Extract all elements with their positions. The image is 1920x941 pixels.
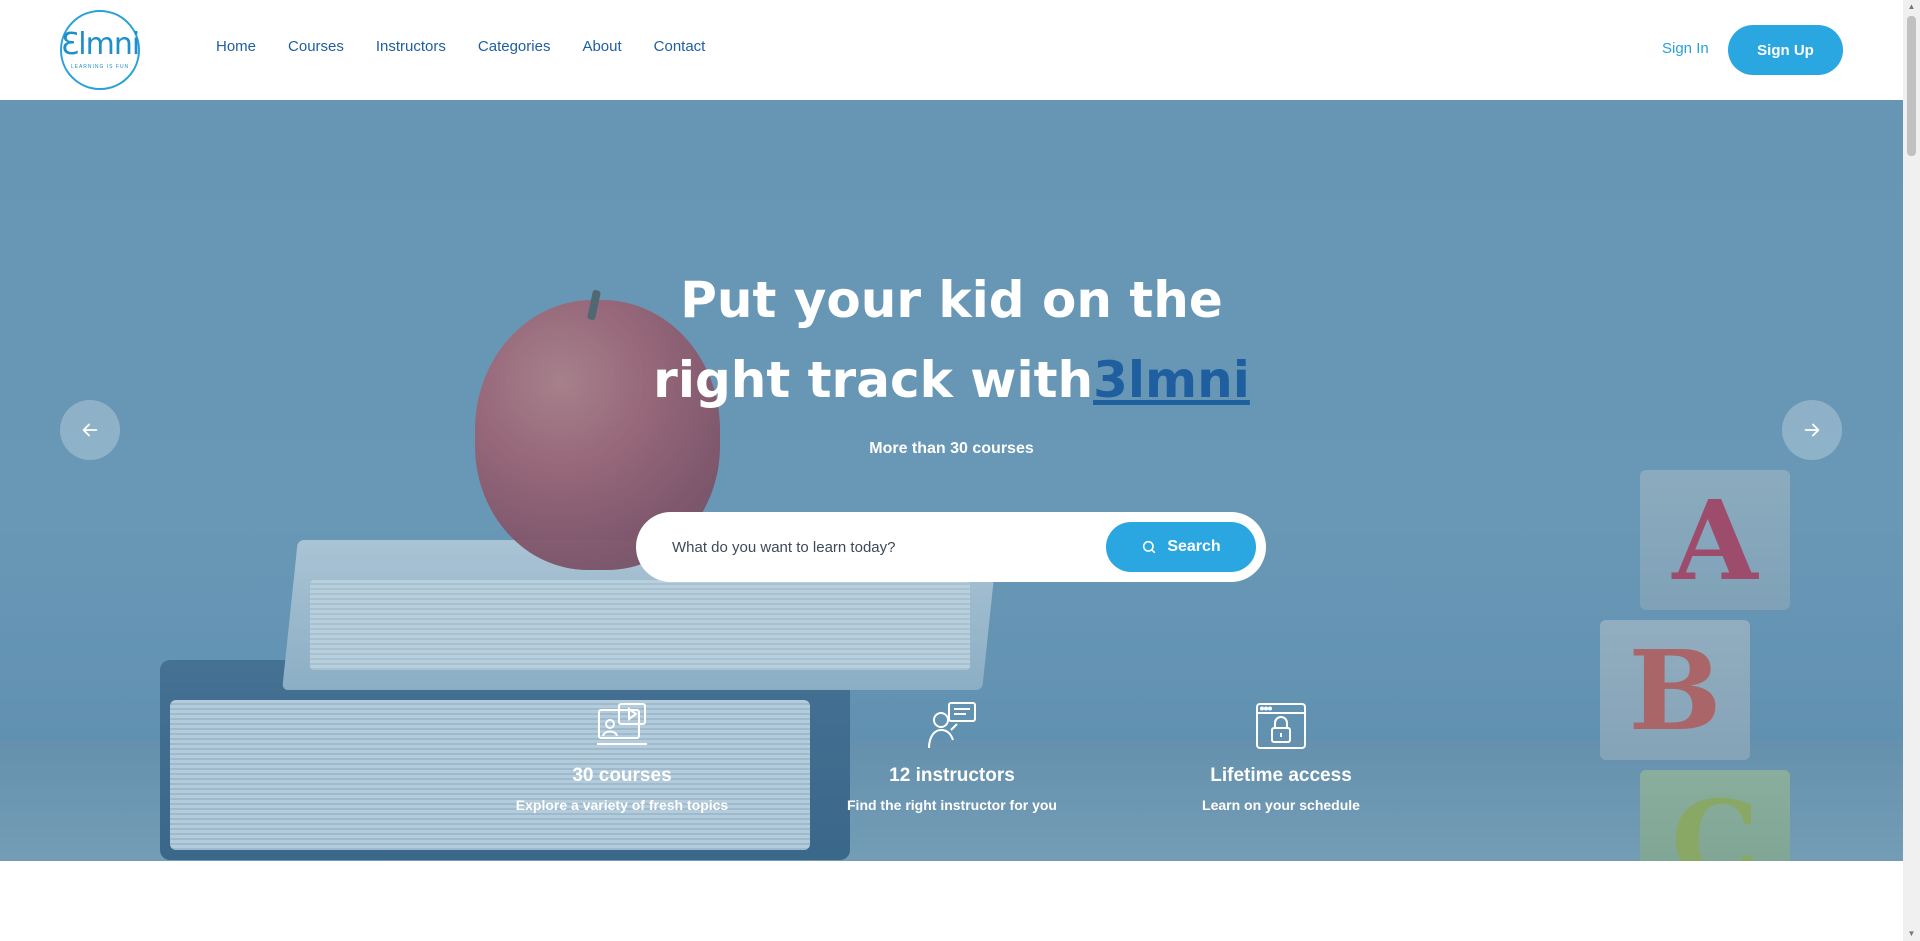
feature-courses-title: 30 courses	[572, 765, 672, 786]
nav-home[interactable]: Home	[216, 38, 256, 55]
site-header: Ɛlmni LEARNING IS FUN Home Courses Instr…	[0, 0, 1903, 100]
logo-mark: Ɛlmni	[60, 27, 140, 62]
nav-contact[interactable]: Contact	[654, 38, 706, 55]
search-button-label: Search	[1167, 538, 1221, 555]
video-lesson-icon	[597, 703, 647, 745]
main-nav: Home Courses Instructors Categories Abou…	[216, 38, 705, 55]
feature-instructors-title: 12 instructors	[889, 765, 1015, 786]
logo-tagline: LEARNING IS FUN	[70, 64, 130, 70]
feature-lifetime-title: Lifetime access	[1210, 765, 1352, 786]
page-scrollbar[interactable]: ▲ ▼	[1903, 0, 1920, 941]
search-bar: Search	[636, 512, 1266, 582]
sign-up-button[interactable]: Sign Up	[1728, 25, 1843, 75]
headline-line-1: Put your kid on the	[680, 271, 1223, 329]
lifetime-lock-icon	[1256, 703, 1306, 749]
feature-instructors-desc: Find the right instructor for you	[847, 797, 1057, 813]
feature-lifetime: Lifetime access Learn on your schedule	[1151, 700, 1411, 813]
arrow-left-icon	[82, 423, 98, 437]
search-icon	[1143, 540, 1156, 554]
scroll-down-arrow-icon[interactable]: ▼	[1907, 929, 1916, 939]
feature-instructors: 12 instructors Find the right instructor…	[822, 700, 1082, 813]
brand-link[interactable]: 3lmni	[1093, 351, 1250, 409]
nav-instructors[interactable]: Instructors	[376, 38, 446, 55]
hero-banner: A B C Put your kid on the right track wi…	[0, 100, 1903, 861]
nav-categories[interactable]: Categories	[478, 38, 551, 55]
feature-lifetime-desc: Learn on your schedule	[1202, 797, 1360, 813]
instructor-icon	[928, 702, 976, 749]
nav-courses[interactable]: Courses	[288, 38, 344, 55]
arrow-right-icon	[1804, 423, 1820, 437]
hero-headline: Put your kid on the right track with3lmn…	[0, 260, 1903, 420]
feature-courses-desc: Explore a variety of fresh topics	[515, 797, 729, 813]
headline-line-2: right track with	[653, 351, 1094, 409]
site-logo[interactable]: Ɛlmni LEARNING IS FUN	[60, 10, 140, 90]
feature-courses: 30 courses Explore a variety of fresh to…	[492, 700, 752, 813]
hero-subtext: More than 30 courses	[869, 440, 1034, 457]
nav-about[interactable]: About	[582, 38, 621, 55]
scrollbar-thumb[interactable]	[1907, 16, 1916, 156]
scroll-up-arrow-icon[interactable]: ▲	[1907, 2, 1916, 12]
search-input[interactable]	[670, 534, 1070, 560]
sign-in-link[interactable]: Sign In	[1662, 40, 1709, 57]
search-button[interactable]: Search	[1106, 522, 1256, 572]
